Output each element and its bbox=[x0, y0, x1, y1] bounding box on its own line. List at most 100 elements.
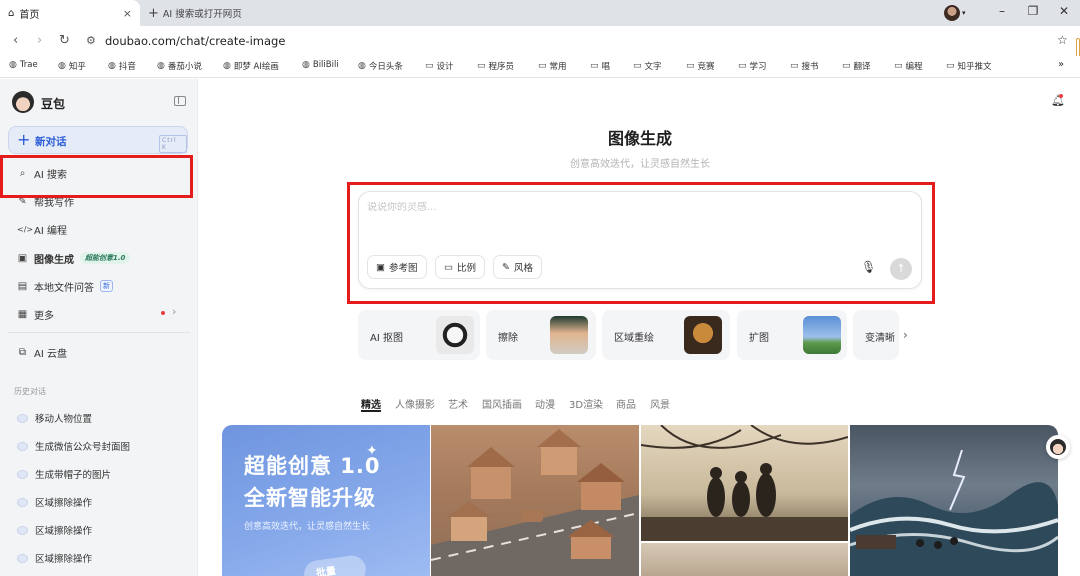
tab-anime[interactable]: 动漫 bbox=[535, 396, 555, 411]
gallery-image-room[interactable] bbox=[641, 543, 848, 576]
tool-inpaint[interactable]: 区域重绘 bbox=[602, 310, 730, 360]
plus-icon: + bbox=[148, 5, 159, 21]
bookmark-folder[interactable]: ▭ 文字 bbox=[633, 60, 662, 72]
sparkle-icon: ✦ bbox=[366, 443, 378, 459]
home-icon: ⌂ bbox=[8, 7, 15, 19]
close-window-icon[interactable]: ✕ bbox=[1054, 4, 1074, 18]
code-icon: </> bbox=[17, 224, 34, 234]
highlight-box-sidebar bbox=[0, 155, 193, 198]
bookmarks-overflow-icon[interactable]: » bbox=[1058, 59, 1064, 70]
globe-icon: ◍ bbox=[223, 61, 231, 71]
tool-sharpen[interactable]: 变清晰 bbox=[853, 310, 899, 360]
bookmark-item[interactable]: ◍ 即梦 AI绘画 bbox=[223, 60, 279, 72]
sidebar: 豆包 + 新对话 Ctrl K ⌕ AI 搜索 ✎ 帮我写作 </> AI 编程… bbox=[0, 79, 198, 576]
bookmark-folder[interactable]: ▭ 编程 bbox=[894, 60, 923, 72]
gallery-image-silhouettes[interactable] bbox=[641, 425, 848, 541]
chevron-right-icon[interactable]: › bbox=[172, 305, 176, 318]
bookmark-folder[interactable]: ▭ 设计 bbox=[425, 60, 454, 72]
outpaint-thumbnail bbox=[803, 316, 841, 354]
history-item[interactable]: 移动人物位置 bbox=[17, 409, 92, 427]
forward-icon[interactable]: › bbox=[37, 33, 42, 48]
chat-bubble-icon bbox=[17, 413, 28, 423]
minimize-icon[interactable]: – bbox=[992, 4, 1012, 18]
profile-button[interactable]: ▾ bbox=[944, 4, 974, 22]
bookmark-folder[interactable]: ▭ 程序员 bbox=[477, 60, 514, 72]
tab-product[interactable]: 商品 bbox=[616, 396, 636, 411]
gallery-image-clay-town[interactable] bbox=[431, 425, 639, 576]
folder-icon: ▭ bbox=[425, 61, 434, 71]
inpaint-thumbnail bbox=[684, 316, 722, 354]
promo-subtitle: 创意高效迭代，让灵感自然生长 bbox=[244, 522, 371, 532]
chat-bubble-icon bbox=[17, 441, 28, 451]
close-tab-icon[interactable]: × bbox=[123, 7, 132, 20]
new-chat-button[interactable]: + 新对话 Ctrl K bbox=[8, 126, 188, 154]
sidebar-collapse-icon[interactable] bbox=[174, 96, 186, 106]
tool-erase[interactable]: 擦除 bbox=[486, 310, 596, 360]
tab-featured[interactable]: 精选 bbox=[361, 396, 381, 411]
bookmark-item[interactable]: ◍ BiliBili bbox=[302, 60, 339, 70]
sidebar-item-coding[interactable]: </> AI 编程 bbox=[17, 219, 67, 239]
folder-icon: ▭ bbox=[686, 61, 695, 71]
sidebar-item-more[interactable]: ▦ 更多 bbox=[17, 304, 54, 324]
storm-sea-scene bbox=[850, 449, 1058, 576]
assistant-avatar-button[interactable] bbox=[1046, 435, 1070, 459]
tab-chinese-illustration[interactable]: 国风插画 bbox=[482, 396, 522, 411]
chat-bubble-icon bbox=[17, 469, 28, 479]
browser-tab-bar: ⌂ 首页 × + AI 搜索或打开网页 ▾ – ❐ ✕ bbox=[0, 0, 1080, 26]
url-field[interactable]: doubao.com/chat/create-image bbox=[105, 34, 285, 48]
bookmark-folder[interactable]: ▭ 竞赛 bbox=[686, 60, 715, 72]
new-badge: 新 bbox=[100, 280, 113, 292]
new-chat-label: 新对话 bbox=[35, 136, 67, 148]
globe-icon: ◍ bbox=[58, 61, 66, 71]
sidebar-item-image-generation[interactable]: ▣ 图像生成 超能创意1.0 bbox=[17, 248, 131, 268]
tab-portrait[interactable]: 人像摄影 bbox=[395, 396, 435, 411]
promo-banner[interactable]: 超能创意 1.0 ✦ 全新智能升级 创意高效迭代，让灵感自然生长 批量 bbox=[222, 425, 430, 576]
bookmark-folder[interactable]: ▭ 学习 bbox=[738, 60, 767, 72]
bookmark-star-icon[interactable]: ☆ bbox=[1057, 33, 1068, 47]
version-badge: 超能创意1.0 bbox=[80, 252, 131, 264]
sidebar-item-local-file-qa[interactable]: ▤ 本地文件问答 新 bbox=[17, 276, 113, 296]
page-title: 图像生成 bbox=[607, 129, 672, 148]
reload-icon[interactable]: ↻ bbox=[59, 33, 70, 48]
site-settings-icon[interactable]: ⚙ bbox=[86, 34, 96, 47]
gallery-image-storm-sea[interactable] bbox=[850, 425, 1058, 576]
promo-button[interactable]: 批量 bbox=[302, 553, 368, 576]
promo-title-2: 全新智能升级 bbox=[244, 486, 376, 510]
sidebar-item-cloud-drive[interactable]: ⧉ AI 云盘 bbox=[17, 342, 67, 362]
globe-icon: ◍ bbox=[157, 61, 165, 71]
history-item[interactable]: 区域擦除操作 bbox=[17, 549, 92, 567]
tool-ai-cutout[interactable]: AI 抠图 bbox=[358, 310, 480, 360]
shortcut-hint: Ctrl K bbox=[159, 135, 187, 153]
bookmark-item[interactable]: ◍ 抖音 bbox=[108, 60, 136, 72]
tab-landscape[interactable]: 风景 bbox=[650, 396, 670, 411]
bookmark-folder[interactable]: ▭ 唱 bbox=[590, 60, 610, 72]
tab-3d-render[interactable]: 3D渲染 bbox=[569, 396, 603, 411]
bookmark-item[interactable]: ◍ 知乎 bbox=[58, 60, 86, 72]
bookmark-folder[interactable]: ▭ 翻译 bbox=[842, 60, 871, 72]
bookmark-item[interactable]: ◍ 今日头条 bbox=[358, 60, 403, 72]
plus-icon: + bbox=[17, 130, 31, 149]
bookmark-item[interactable]: ◍ Trae bbox=[9, 60, 38, 70]
folder-icon: ▭ bbox=[633, 61, 642, 71]
erase-thumbnail bbox=[550, 316, 588, 354]
notification-dot bbox=[1059, 94, 1063, 98]
tab-art[interactable]: 艺术 bbox=[448, 396, 468, 411]
history-item[interactable]: 生成微信公众号封面图 bbox=[17, 437, 130, 455]
bookmarks-bar: ◍ Trae ◍ 知乎 ◍ 抖音 ◍ 番茄小说 ◍ 即梦 AI绘画 ◍ BiliBili ◍… bbox=[0, 56, 1080, 78]
tab-home[interactable]: ⌂ 首页 × bbox=[0, 0, 140, 26]
globe-icon: ◍ bbox=[108, 61, 116, 71]
clay-town-illustration bbox=[431, 429, 639, 576]
history-item[interactable]: 区域擦除操作 bbox=[17, 493, 92, 511]
new-tab-button[interactable]: + AI 搜索或打开网页 bbox=[148, 0, 242, 26]
back-icon[interactable]: ‹ bbox=[13, 33, 18, 48]
bookmark-folder[interactable]: ▭ 常用 bbox=[538, 60, 567, 72]
history-item[interactable]: 区域擦除操作 bbox=[17, 521, 92, 539]
history-item[interactable]: 生成带帽子的图片 bbox=[17, 465, 111, 483]
bookmark-item[interactable]: ◍ 番茄小说 bbox=[157, 60, 202, 72]
folder-icon: ▭ bbox=[738, 61, 747, 71]
chevron-right-icon[interactable]: › bbox=[903, 328, 908, 342]
bookmark-folder[interactable]: ▭ 搜书 bbox=[790, 60, 819, 72]
restore-icon[interactable]: ❐ bbox=[1023, 4, 1043, 18]
bookmark-folder[interactable]: ▭ 知乎推文 bbox=[946, 60, 992, 72]
tool-outpaint[interactable]: 扩图 bbox=[737, 310, 847, 360]
